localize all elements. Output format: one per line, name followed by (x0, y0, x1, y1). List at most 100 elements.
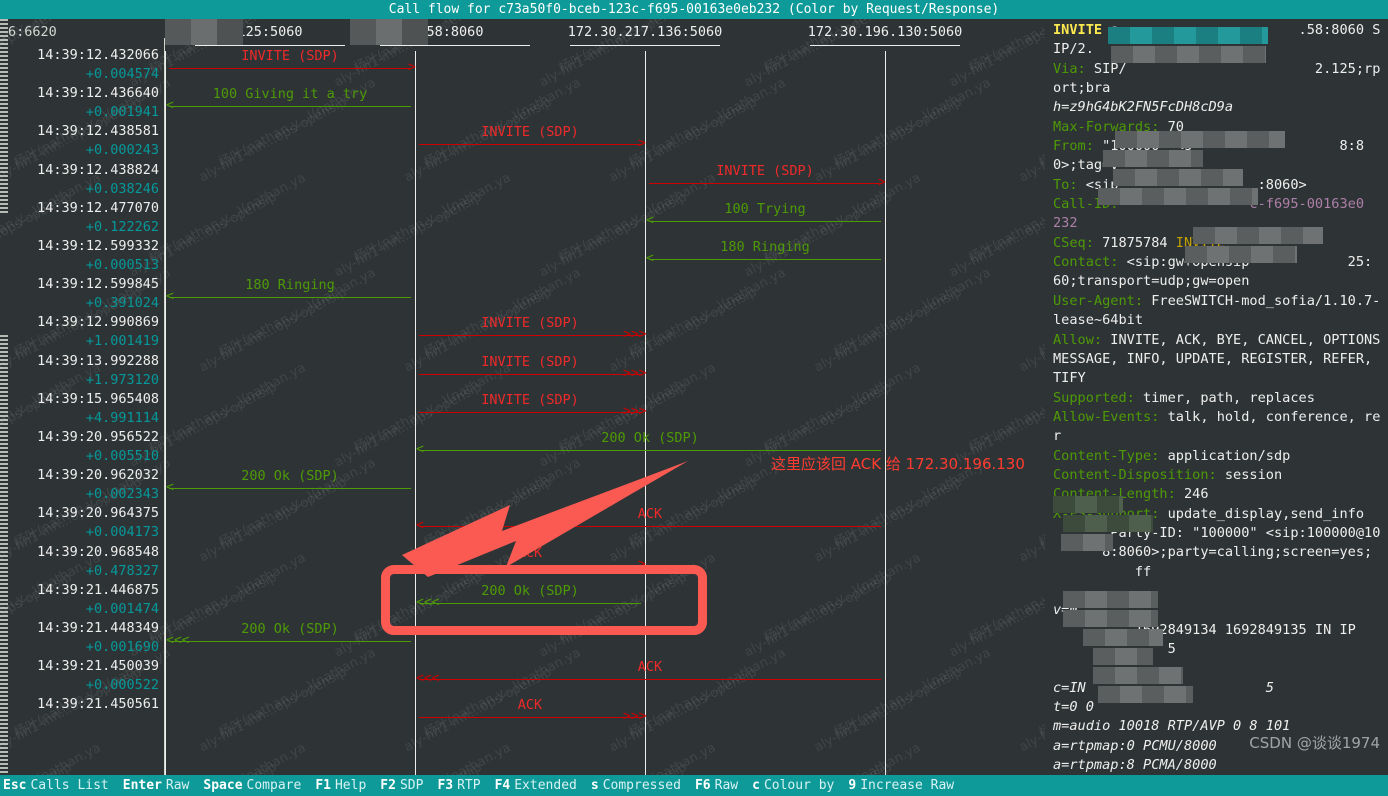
lifeline-header[interactable]: 172.30.217.136:5060 (568, 24, 722, 40)
annotation-text: 这里应该回 ACK 给 172.30.196.130 (771, 455, 1025, 473)
message-label[interactable]: INVITE (SDP) (481, 315, 579, 331)
message-label[interactable]: 100 Giving it a try (213, 86, 367, 102)
message-label[interactable]: 200 Ok (SDP) (241, 468, 339, 484)
timestamp-absolute: 14:39:20.968548 (37, 543, 159, 560)
statusbar-label[interactable]: Raw (166, 778, 189, 793)
message-arrow-head: < (166, 480, 174, 496)
message-arrow-line (419, 335, 641, 337)
lifeline-header[interactable]: 172.30.196.130:5060 (808, 24, 962, 40)
message-label[interactable]: INVITE (SDP) (481, 354, 579, 370)
statusbar-label[interactable]: SDP (400, 778, 423, 793)
message-label[interactable]: INVITE (SDP) (241, 48, 339, 64)
sip-message-panel[interactable]: INVITE s .58:8060 SIP/2. Via: SIP/ 2.125… (1045, 19, 1388, 775)
lifeline (415, 51, 416, 775)
message-label[interactable]: 200 Ok (SDP) (601, 430, 699, 446)
timestamp-delta: +0.038246 (85, 180, 159, 197)
statusbar-label[interactable]: Increase Raw (860, 778, 954, 793)
message-label[interactable]: ACK (638, 659, 662, 675)
csdn-watermark: CSDN @谈谈1974 (1249, 734, 1380, 752)
timestamp-delta: +1.001419 (85, 333, 159, 350)
message-label[interactable]: 200 Ok (SDP) (241, 621, 339, 637)
timestamp-absolute: 14:39:12.438581 (37, 123, 159, 140)
timestamp-absolute: 14:39:12.432066 (37, 47, 159, 63)
timestamp-delta: +0.001690 (85, 639, 159, 655)
statusbar-key[interactable]: F2 (380, 778, 396, 793)
sip-message-text: INVITE s .58:8060 SIP/2. Via: SIP/ 2.125… (1053, 22, 1381, 774)
statusbar-key[interactable]: F6 (695, 778, 711, 793)
message-arrow-head: > (638, 136, 646, 152)
statusbar-label[interactable]: Compare (247, 778, 302, 793)
annotation-arrow-icon (402, 461, 688, 577)
message-label[interactable]: 180 Ringing (245, 277, 334, 293)
lifeline (165, 51, 166, 775)
message-arrow-head: >>> (623, 365, 647, 381)
message-arrow-head: < (646, 251, 654, 266)
timestamp-delta: +0.000522 (85, 677, 159, 694)
timestamp-column: 6:6620 14:39:12.432066 +0.004574 14:39:12.… (8, 19, 165, 775)
redacted-host (165, 19, 243, 45)
message-arrow-line (649, 259, 881, 260)
statusbar-key[interactable]: c (752, 778, 760, 793)
lifeline-header[interactable]: 58:8060 (427, 24, 484, 40)
timestamp-absolute: 14:39:20.964375 (37, 505, 159, 522)
message-label[interactable]: INVITE (SDP) (481, 124, 579, 140)
timestamp-absolute: 14:39:20.956522 (37, 429, 159, 445)
message-arrow-line (419, 679, 881, 681)
page-title: Call flow for c73a50f0-bceb-123c-f695-00… (388, 2, 1000, 17)
message-label[interactable]: ACK (518, 697, 542, 713)
statusbar-key[interactable]: F4 (495, 778, 511, 793)
lifeline-header[interactable]: 125:5060 (237, 24, 302, 40)
message-arrow-head: < (166, 98, 174, 114)
message-arrow-line (169, 641, 411, 642)
message-arrow-line (419, 450, 881, 451)
timestamp-delta: +0.001941 (85, 104, 159, 121)
timestamp-absolute: 14:39:21.446875 (37, 581, 159, 598)
sequence-diagram: 125:5060 58:8060 172.30.217.136:5060 172.30… (165, 19, 1045, 775)
window-title-bar: Call flow for c73a50f0-bceb-123c-f695-00… (0, 0, 1388, 19)
message-arrow-head: > (408, 60, 416, 75)
statusbar-label[interactable]: RTP (457, 778, 480, 793)
timestamp-delta: +0.001474 (85, 600, 159, 617)
message-arrow-head: >>> (623, 403, 647, 419)
lifeline-header-rule (810, 45, 960, 46)
timestamp-delta: +1.973120 (85, 371, 159, 388)
statusbar-label[interactable]: Calls List (30, 778, 108, 793)
statusbar-key[interactable]: F3 (437, 778, 453, 793)
message-arrow-line (419, 144, 641, 146)
message-label[interactable]: 200 Ok (SDP) (481, 583, 579, 599)
message-label[interactable]: 100 Trying (724, 201, 805, 217)
timestamp-absolute: 14:39:12.599845 (37, 276, 159, 293)
statusbar-key[interactable]: Space (203, 778, 242, 793)
statusbar-key[interactable]: Enter (123, 778, 162, 793)
statusbar-label[interactable]: Colour by (764, 778, 834, 793)
message-arrow-head: < (416, 442, 424, 457)
message-arrow-line (169, 68, 411, 69)
message-arrow-head: <<< (416, 594, 440, 610)
statusbar-label[interactable]: Help (335, 778, 366, 793)
statusbar-label[interactable]: Compressed (603, 778, 681, 793)
statusbar-key[interactable]: Esc (3, 778, 26, 793)
timestamp-delta: +0.478327 (85, 562, 159, 579)
message-arrow-line (649, 220, 881, 222)
statusbar-key[interactable]: F1 (315, 778, 331, 793)
statusbar-label[interactable]: Raw (715, 778, 738, 793)
statusbar-label[interactable]: Extended (514, 778, 577, 793)
timestamp-delta: +0.004173 (85, 524, 159, 541)
message-label[interactable]: INVITE (SDP) (481, 392, 579, 408)
message-arrow-line (649, 182, 881, 184)
message-arrow-head: <<< (166, 633, 190, 648)
timestamp-absolute: 14:39:12.438824 (37, 161, 159, 178)
message-arrow-head: <<< (416, 671, 440, 687)
timestamp-absolute: 14:39:12.436640 (37, 85, 159, 102)
lifeline (885, 51, 886, 775)
message-arrow-line (419, 411, 641, 413)
statusbar-key[interactable]: 9 (848, 778, 856, 793)
timestamp-delta: +0.005510 (85, 448, 159, 464)
lifeline-header-rule (195, 45, 345, 46)
message-label[interactable]: INVITE (SDP) (716, 163, 814, 179)
message-arrow-line (419, 602, 641, 604)
timestamp-absolute: 14:39:12.477070 (37, 199, 159, 216)
message-label[interactable]: 180 Ringing (720, 239, 809, 255)
statusbar-key[interactable]: s (591, 778, 599, 793)
redacted-host (350, 19, 428, 45)
